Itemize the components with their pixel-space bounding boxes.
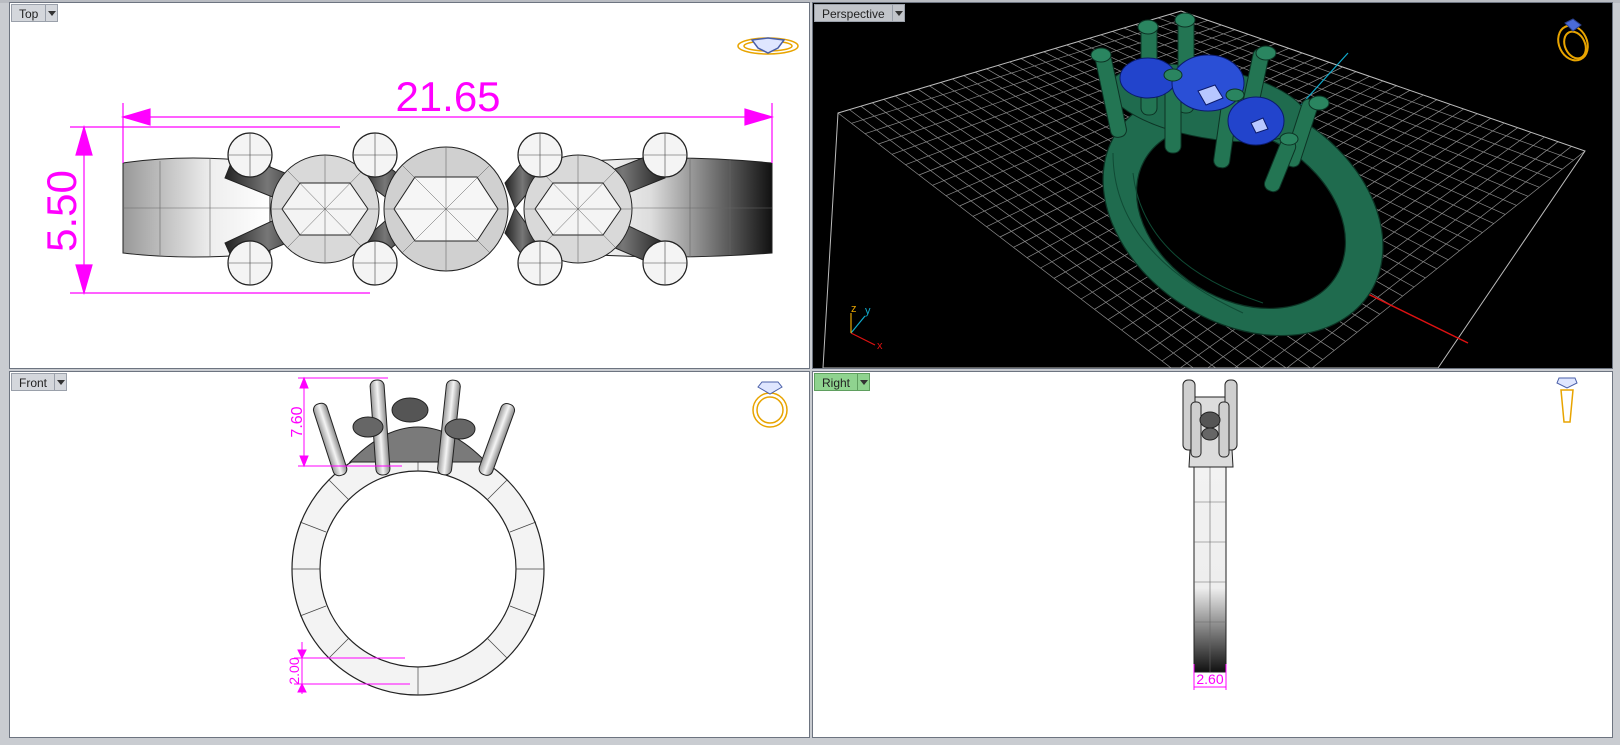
top-view-ring-icon	[737, 37, 799, 55]
dimension-setting-height-label: 7.60	[289, 406, 306, 437]
viewport-label[interactable]: Perspective	[814, 4, 893, 22]
dimension-band-thickness-label: 2.00	[286, 657, 302, 684]
viewport-tab-front[interactable]: Front	[11, 373, 68, 391]
axis-z-label: z	[851, 303, 857, 315]
viewport-tab-right[interactable]: Right	[814, 373, 871, 391]
viewport-menu-arrow[interactable]	[858, 373, 871, 391]
dimension-width-label: 21.65	[395, 73, 500, 120]
dimension-height-label: 5.50	[38, 170, 85, 252]
viewport-label[interactable]: Top	[11, 4, 47, 22]
front-view-drawing: 7.60 2.00	[286, 376, 788, 696]
viewport-top[interactable]: Top 21.65 5.50	[9, 2, 810, 369]
perspective-view-drawing: x y z	[822, 10, 1589, 368]
viewport-perspective[interactable]: Perspective x y z	[812, 2, 1613, 369]
right-view-ring-icon	[1556, 377, 1578, 423]
viewport-front[interactable]: Front 7.60 2.00	[9, 371, 810, 738]
viewport-menu-arrow[interactable]	[55, 373, 68, 391]
perspective-view-ring-icon	[1557, 18, 1589, 62]
axis-indicator: x y z	[850, 303, 883, 352]
viewport-label[interactable]: Right	[814, 373, 859, 391]
viewport-tab-top[interactable]: Top	[11, 4, 59, 22]
viewport-tab-perspective[interactable]: Perspective	[814, 4, 905, 22]
front-view-ring-icon	[752, 381, 788, 428]
ring-right	[1182, 379, 1238, 673]
viewport-menu-arrow[interactable]	[46, 4, 59, 22]
ring-model	[1090, 12, 1384, 337]
right-view-drawing: 2.60	[1182, 377, 1578, 690]
axis-x-label: x	[877, 340, 883, 352]
axis-y-label: y	[865, 305, 871, 317]
viewport-right[interactable]: Right 2.60	[812, 371, 1613, 738]
viewport-label[interactable]: Front	[11, 373, 56, 391]
ring-front	[291, 379, 545, 696]
viewport-menu-arrow[interactable]	[892, 4, 905, 22]
top-view-drawing: 21.65 5.50	[38, 37, 799, 296]
dimension-band-width-label: 2.60	[1196, 671, 1223, 687]
